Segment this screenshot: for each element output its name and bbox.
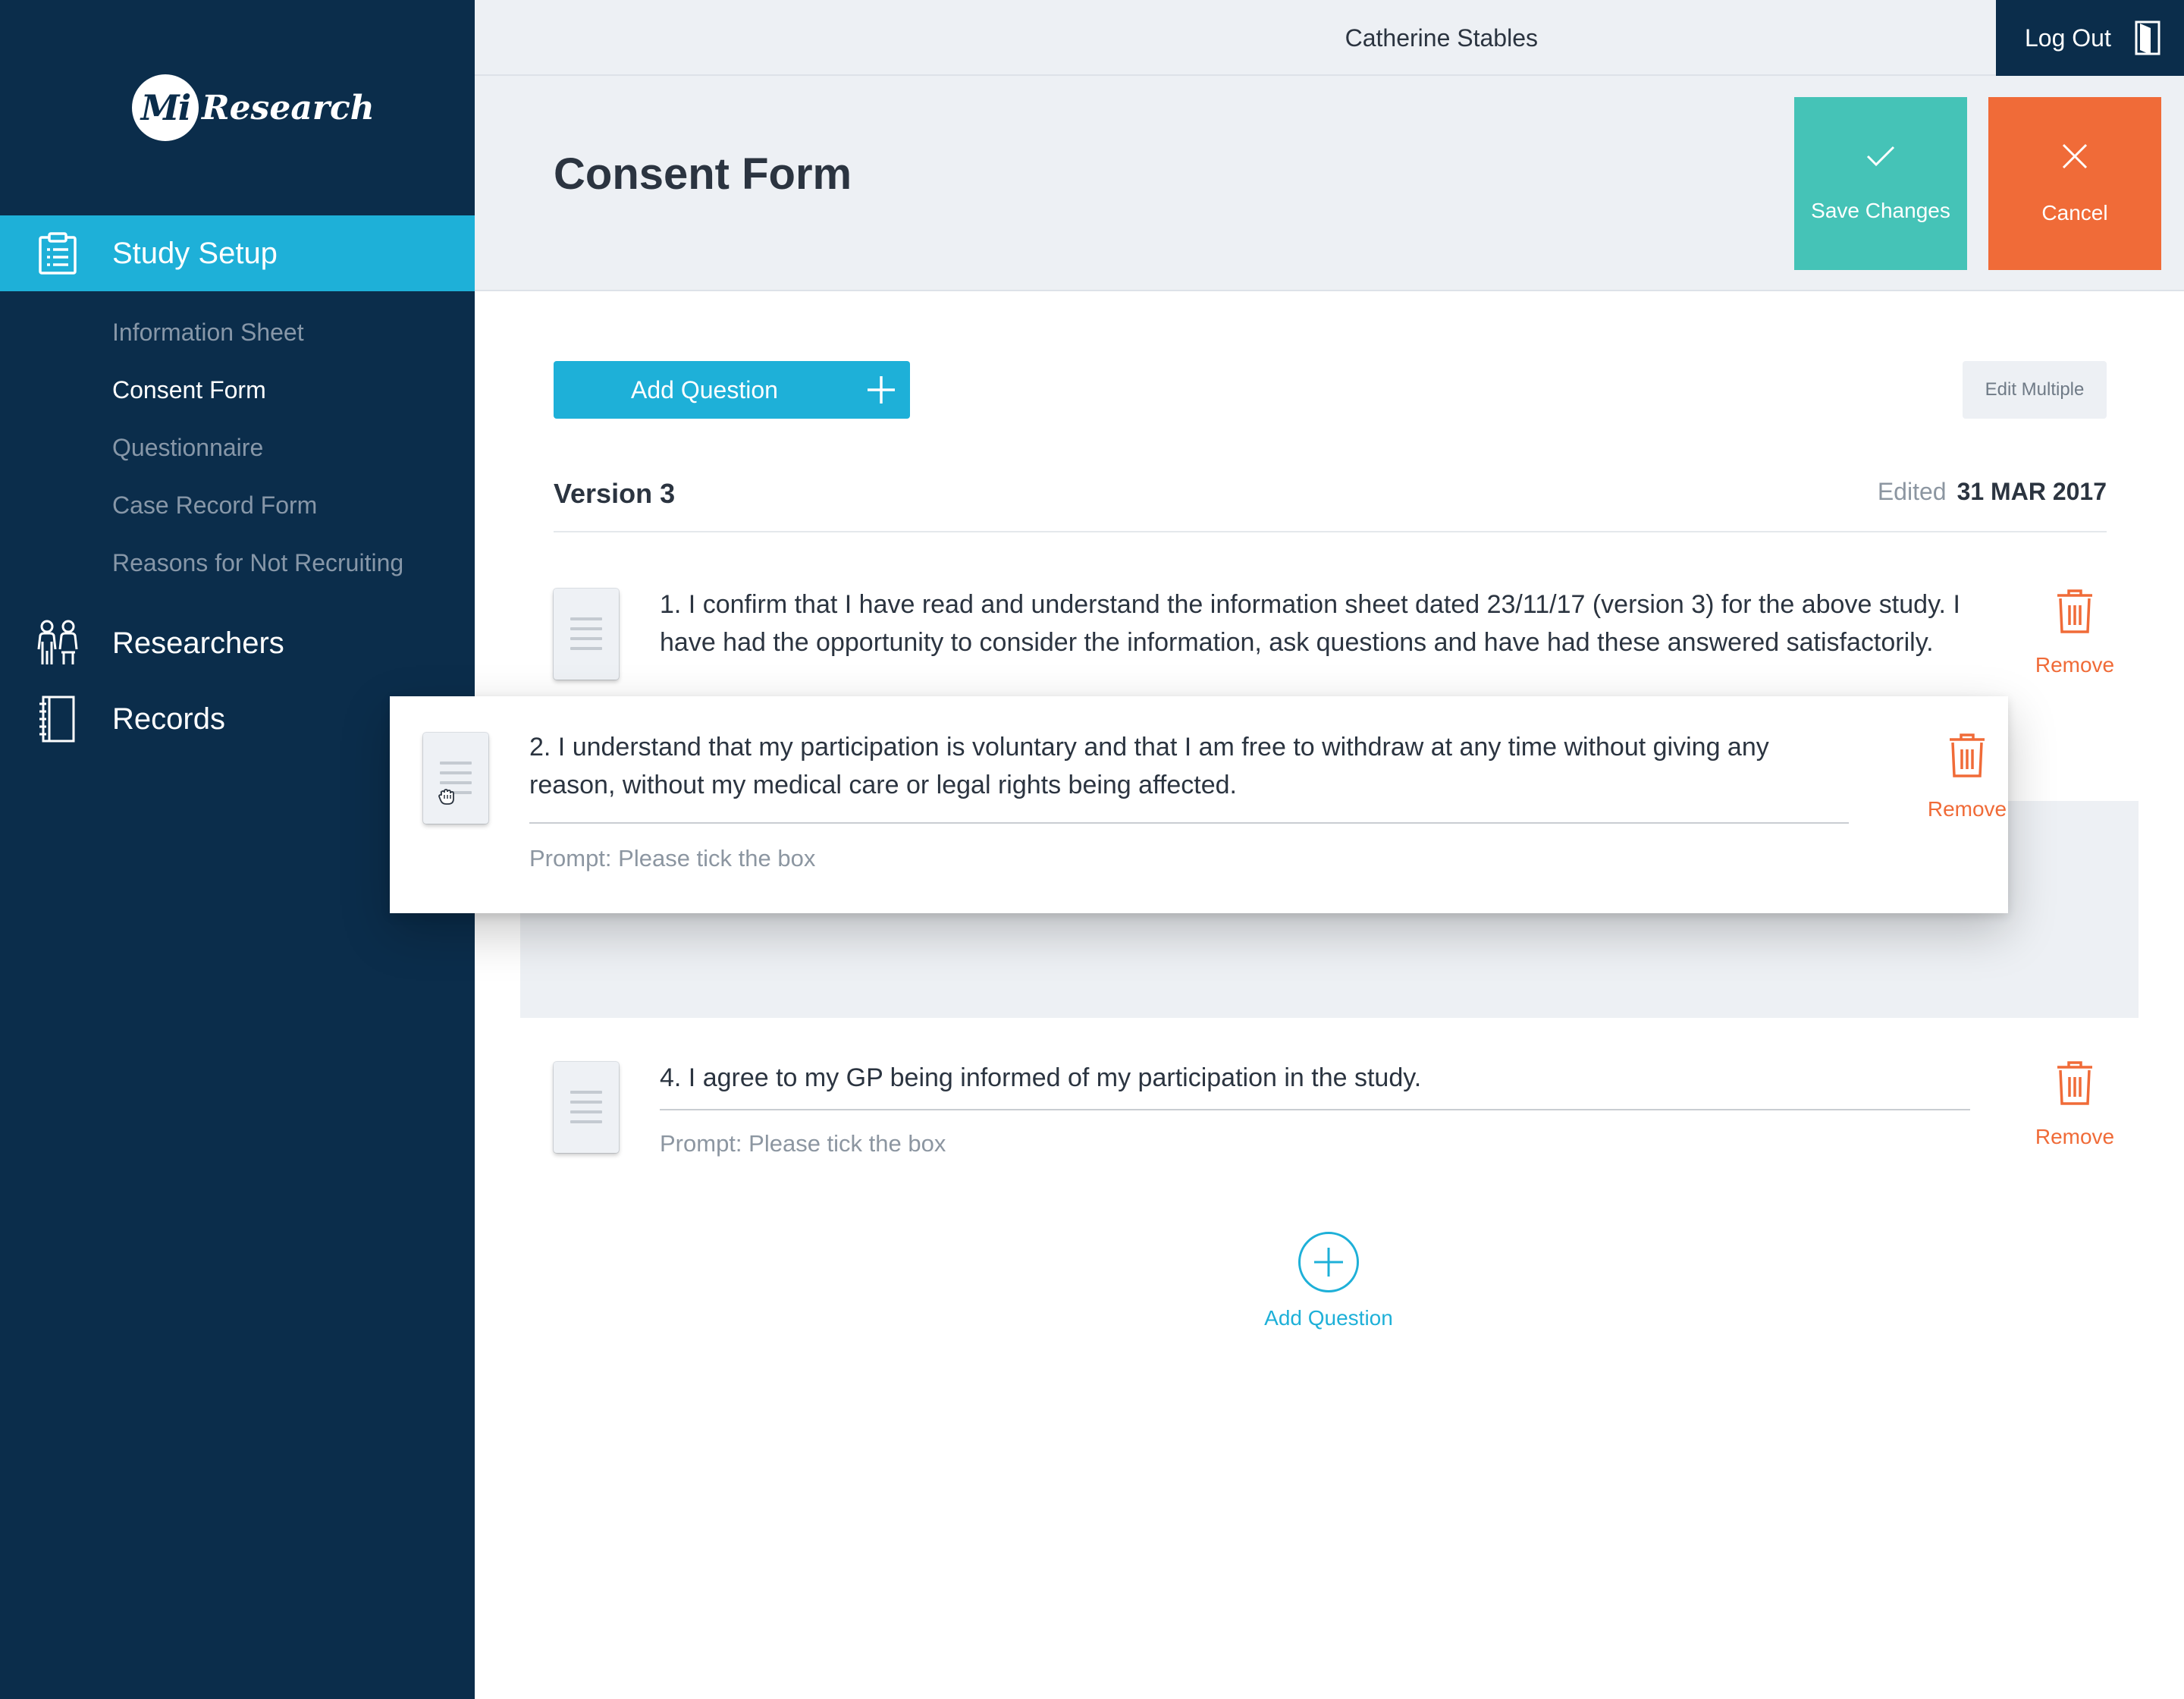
page-title: Consent Form [554,149,852,199]
logout-label: Log Out [2025,24,2111,52]
question-1-text[interactable]: 1. I confirm that I have read and unders… [660,586,1987,661]
logo-text: Research [202,88,375,127]
study-setup-subnav: Information Sheet Consent Form Questionn… [112,314,403,602]
trash-icon [2056,1060,2094,1111]
subnav-item-reasons-not-recruiting[interactable]: Reasons for Not Recruiting [112,545,403,602]
trash-icon [2056,589,2094,639]
version-label: Version 3 [554,478,676,509]
remove-question-4-button[interactable]: Remove [2029,1060,2120,1149]
remove-label: Remove [2035,1125,2115,1148]
drag-lines-icon [570,617,602,657]
subnav-item-information-sheet[interactable]: Information Sheet [112,314,403,372]
logo-mark: Mi [132,74,199,141]
add-question-button[interactable]: Add Question [554,361,910,419]
add-question-bottom-label: Add Question [1264,1306,1393,1330]
edited-date: 31 MAR 2017 [1956,478,2107,505]
version-row: Version 3 Edited 31 MAR 2017 [554,470,2107,532]
app-logo[interactable]: Mi Research [132,74,375,141]
remove-label: Remove [1927,797,2007,821]
cancel-button[interactable]: Cancel [1988,97,2161,270]
nav-label-study-setup: Study Setup [112,236,278,270]
drag-lines-icon [570,1091,602,1130]
page-header: Consent Form Save Changes Cancel [475,76,2184,291]
clipboard-icon [33,229,82,278]
nav-item-researchers[interactable]: Researchers [0,605,475,681]
nav-item-study-setup[interactable]: Study Setup [0,215,475,291]
edit-multiple-button[interactable]: Edit Multiple [1963,361,2107,419]
drag-handle[interactable] [423,733,488,824]
top-bar: Catherine Stables Log Out [475,0,2184,76]
checkmark-icon [1866,145,1896,173]
add-question-bottom-button[interactable]: Add Question [1228,1232,1429,1330]
remove-question-1-button[interactable]: Remove [2029,589,2120,677]
people-icon [33,619,82,667]
add-question-label: Add Question [631,375,778,404]
drag-handle[interactable] [554,589,619,680]
subnav-item-consent-form[interactable]: Consent Form [112,372,403,429]
logout-button[interactable]: Log Out [1996,0,2184,76]
question-card-dragging[interactable]: 2. I understand that my participation is… [390,696,2008,913]
save-changes-label: Save Changes [1811,198,1950,222]
trash-icon [1948,733,1986,784]
drag-handle[interactable] [554,1062,619,1153]
question-2-text[interactable]: 2. I understand that my participation is… [529,728,1849,804]
nav-label-researchers: Researchers [112,626,284,660]
door-icon [2134,20,2161,62]
question-4-text[interactable]: 4. I agree to my GP being informed of my… [660,1059,1970,1097]
edited-info: Edited 31 MAR 2017 [1878,478,2107,506]
save-changes-button[interactable]: Save Changes [1794,97,1967,270]
prompt-divider [529,822,1849,824]
cancel-label: Cancel [2041,200,2108,225]
user-name[interactable]: Catherine Stables [1345,0,1538,76]
nav-label-records: Records [112,702,225,736]
plus-circle-icon [1298,1232,1359,1292]
prompt-divider [660,1109,1970,1110]
edited-label: Edited [1877,478,1947,505]
subnav-item-questionnaire[interactable]: Questionnaire [112,429,403,487]
close-icon [2061,143,2088,175]
remove-question-2-button[interactable]: Remove [1922,733,2013,821]
notebook-icon [33,695,82,743]
subnav-item-case-record-form[interactable]: Case Record Form [112,487,403,545]
question-2-prompt[interactable]: Prompt: Please tick the box [529,845,815,872]
question-4-prompt[interactable]: Prompt: Please tick the box [660,1130,946,1157]
remove-label: Remove [2035,653,2115,677]
grab-cursor-icon [437,786,458,811]
plus-icon [866,375,896,411]
